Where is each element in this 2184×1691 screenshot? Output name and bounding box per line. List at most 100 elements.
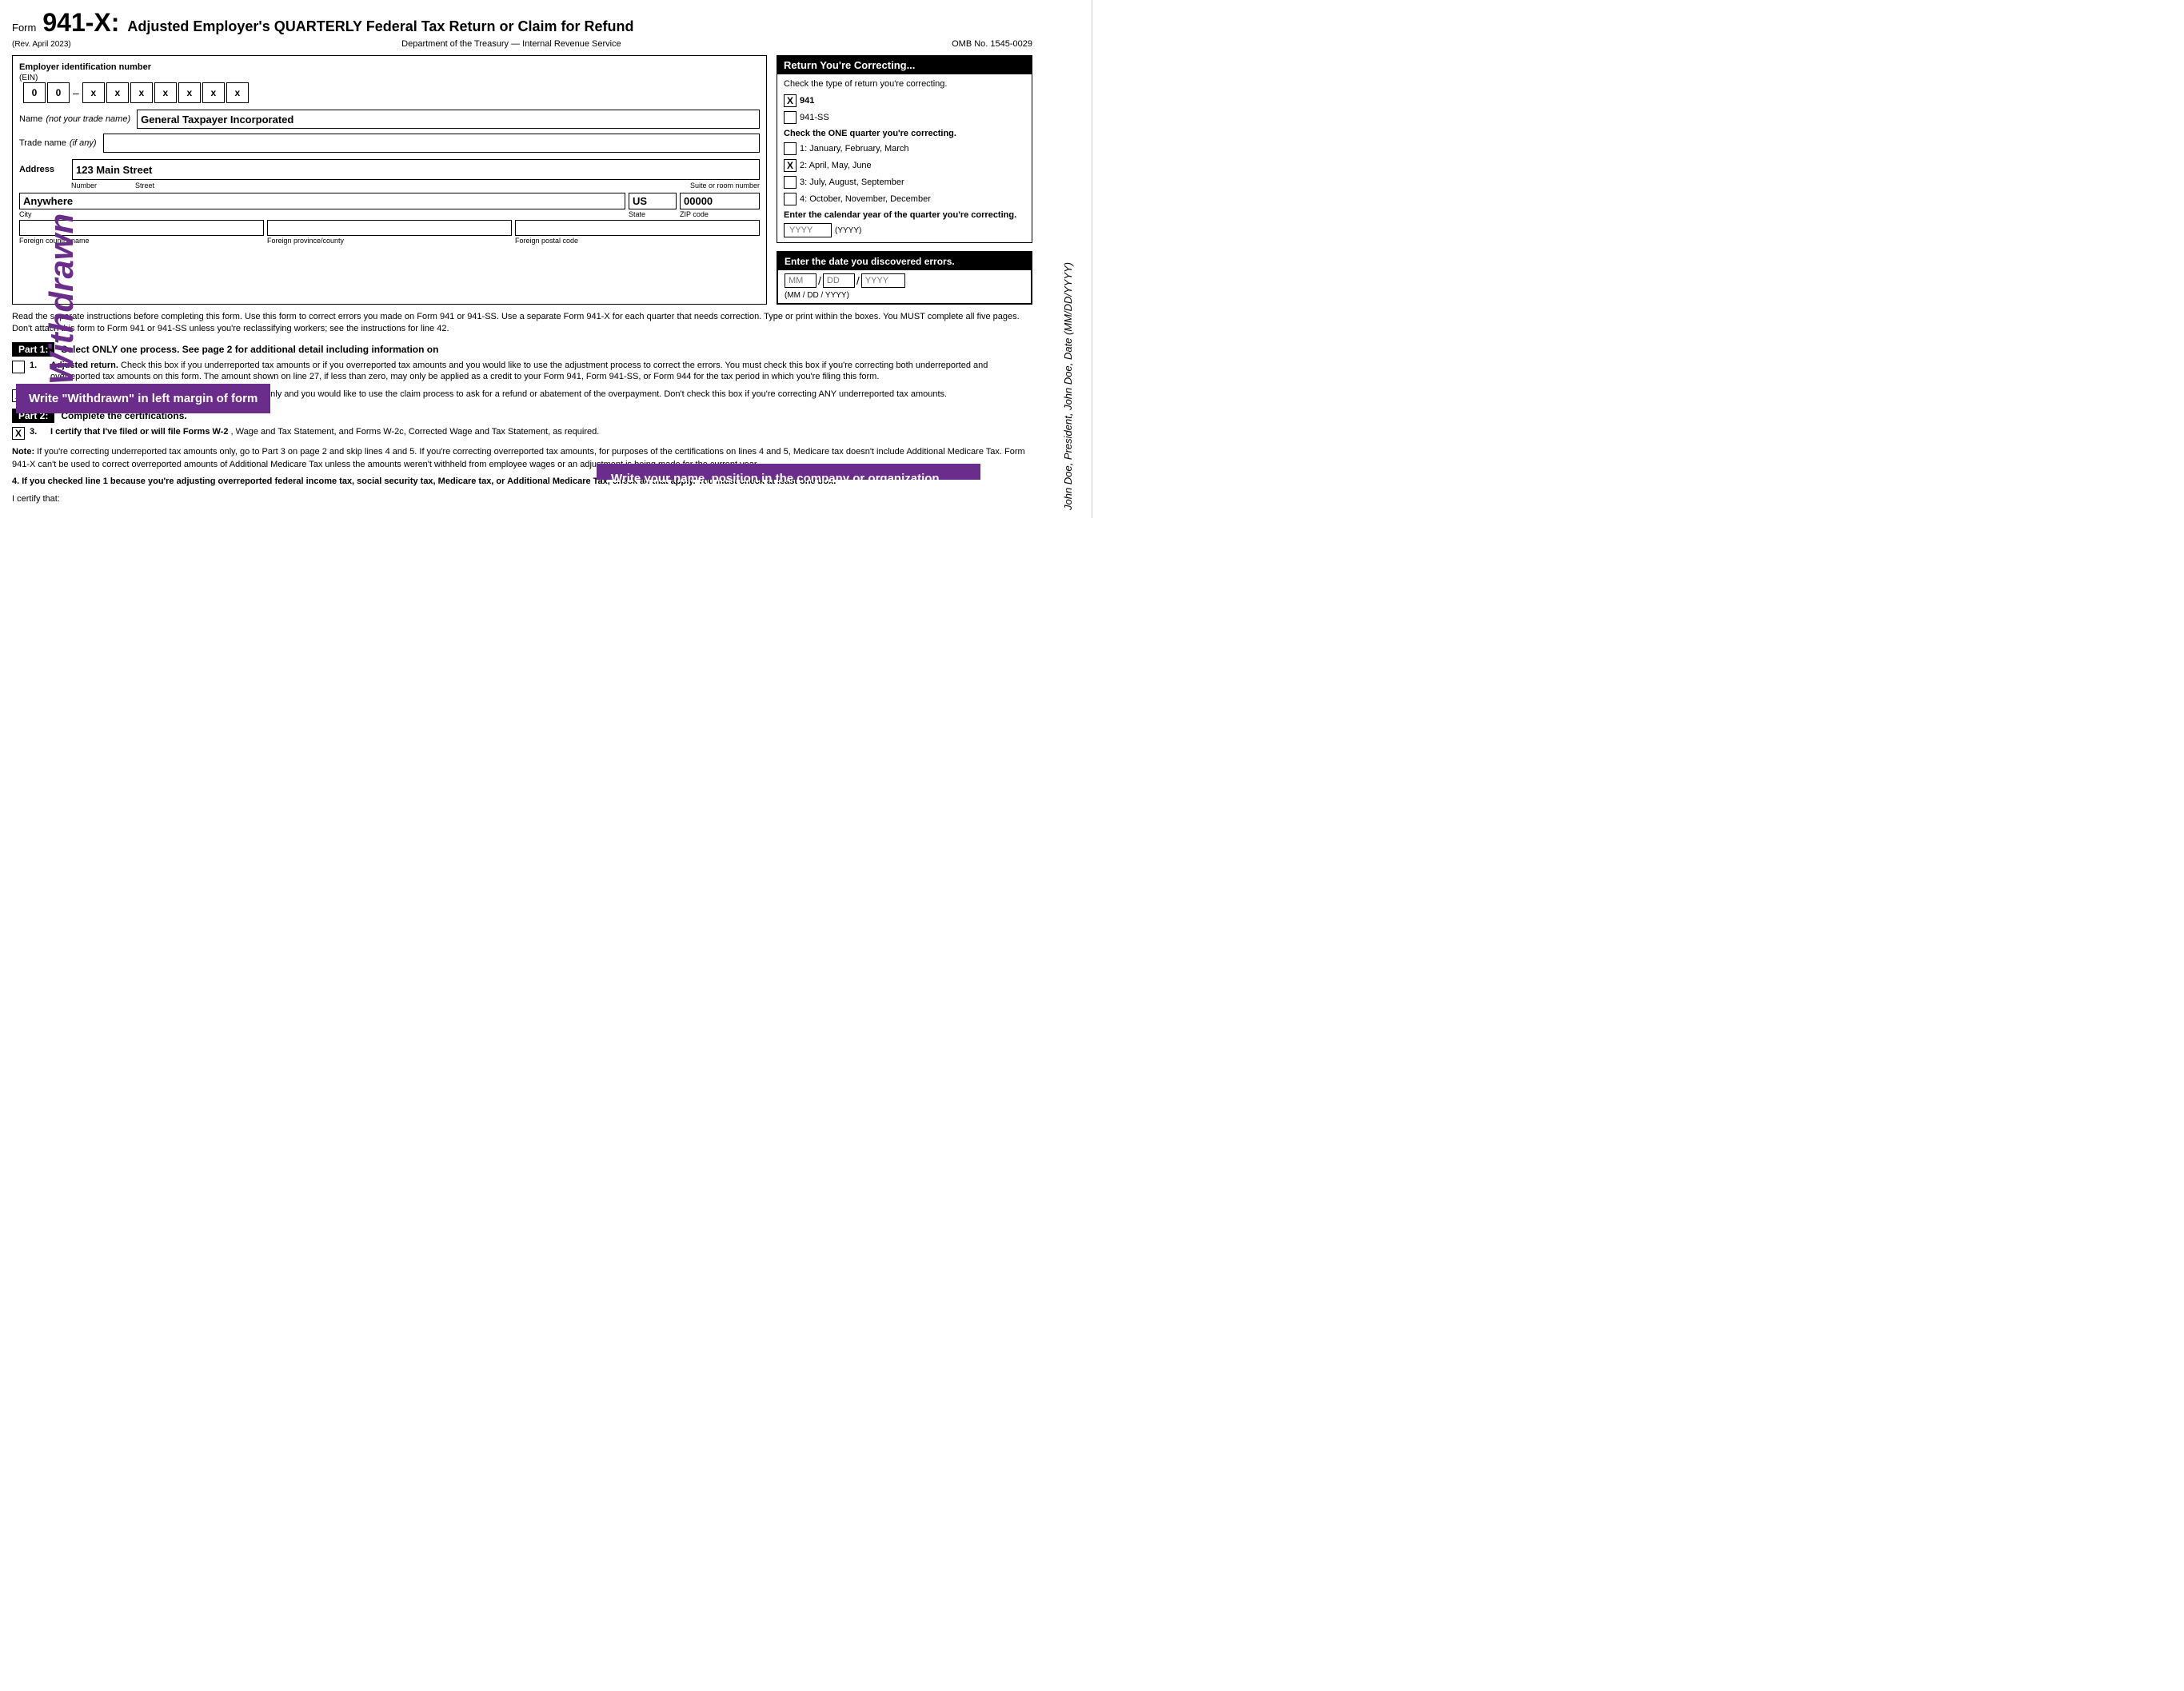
foreign-province-field: Foreign province/county — [267, 220, 512, 245]
annotation-left: Write "Withdrawn" in left margin of form — [16, 384, 270, 413]
address-sub-labels: Number Street Suite or room number — [71, 181, 760, 189]
q1-row: 1: January, February, March — [784, 142, 1025, 155]
address-section: Address Number Street Suite or room numb… — [19, 159, 760, 245]
item3-text: I certify that I've filed or will file F… — [50, 426, 1032, 440]
form-number: 941-X: — [42, 8, 119, 38]
check-941ss-box[interactable] — [784, 111, 797, 124]
part1-header: Part 1: Select ONLY one process. See pag… — [12, 342, 1032, 357]
right-margin-text: John Doe, President, John Doe, Date (MM/… — [1044, 0, 1092, 518]
trade-name-row: Trade name (if any) — [19, 134, 760, 153]
date-format-hint: (MM / DD / YYYY) — [778, 291, 1031, 303]
annotation-right: Write your name, position in the company… — [597, 464, 980, 480]
date-dd-input[interactable] — [823, 273, 855, 288]
year-section-title: Enter the calendar year of the quarter y… — [784, 210, 1025, 220]
date-inputs-row: / / — [778, 270, 1031, 291]
ein-sublabel: (EIN) — [19, 74, 760, 82]
foreign-row: Foreign country name Foreign province/co… — [19, 220, 760, 245]
q2-label: 2: April, May, June — [800, 161, 872, 170]
city-field: City — [19, 193, 625, 218]
item1-text: Adjusted return. Check this box if you u… — [50, 360, 1032, 383]
foreign-country-label: Foreign country name — [19, 237, 264, 245]
foreign-postal-field: Foreign postal code — [515, 220, 760, 245]
check-type-label: Check the type of return you're correcti… — [784, 79, 1025, 89]
ein-box-8[interactable]: x — [202, 82, 225, 103]
name-row: Name (not your trade name) — [19, 110, 760, 129]
q1-label: 1: January, February, March — [800, 144, 909, 154]
trade-name-label: Trade name — [19, 138, 66, 148]
name-label: Name — [19, 114, 42, 124]
item3-certify: I certify that I've filed or will file F… — [50, 427, 228, 437]
q3-checkbox[interactable] — [784, 176, 797, 189]
q4-label: 4: October, November, December — [800, 194, 931, 204]
trade-name-input[interactable] — [103, 134, 760, 153]
item1-row: 1. Adjusted return. Check this box if yo… — [12, 360, 1032, 383]
item1-checkbox[interactable] — [12, 361, 25, 373]
date-slash-1: / — [818, 274, 821, 287]
foreign-province-input[interactable] — [267, 220, 512, 236]
item1-label-adjusted: Adjusted return. — [50, 361, 118, 370]
trade-name-italic: (if any) — [70, 138, 97, 148]
name-italic-label: (not your trade name) — [46, 114, 130, 124]
ein-box-7[interactable]: x — [178, 82, 201, 103]
foreign-postal-input[interactable] — [515, 220, 760, 236]
foreign-country-input[interactable] — [19, 220, 264, 236]
check-941ss-label: 941-SS — [800, 113, 829, 122]
year-hint: (YYYY) — [835, 226, 861, 235]
item4-main: If you checked line 1 because you're adj… — [22, 477, 695, 486]
ein-box-4[interactable]: x — [106, 82, 129, 103]
zip-label: ZIP code — [680, 210, 760, 218]
right-margin-content: John Doe, President, John Doe, Date (MM/… — [1062, 262, 1074, 510]
item3-checkbox[interactable]: X — [12, 427, 25, 440]
item4-certify: I certify that: — [12, 493, 1032, 505]
city-state-zip-row: City State ZIP code — [19, 193, 760, 218]
ein-box-3[interactable]: x — [82, 82, 105, 103]
address-row: Address — [19, 159, 760, 180]
foreign-province-label: Foreign province/county — [267, 237, 512, 245]
year-input[interactable] — [784, 223, 832, 237]
ein-dash: – — [73, 86, 79, 99]
rev-date: (Rev. April 2023) — [12, 40, 71, 49]
city-label: City — [19, 210, 625, 218]
right-panel: Return You're Correcting... Check the ty… — [777, 55, 1032, 305]
address-input[interactable] — [72, 159, 760, 180]
check-941ss-row: 941-SS — [784, 110, 1025, 124]
item1-num: 1. — [30, 360, 46, 383]
part1-desc: Select ONLY one process. See page 2 for … — [61, 344, 438, 355]
annotation-left-text: Write "Withdrawn" in left margin of form — [29, 392, 258, 405]
date-yyyy-input[interactable] — [861, 273, 905, 288]
ein-boxes: 0 0 – x x x x x x x — [23, 82, 760, 103]
dept-label: Department of the Treasury — Internal Re… — [401, 39, 621, 49]
item4-num: 4. — [12, 477, 19, 486]
ein-box-1[interactable]: 0 — [23, 82, 46, 103]
date-slash-2: / — [856, 274, 860, 287]
name-input[interactable] — [137, 110, 760, 129]
omb-number: OMB No. 1545-0029 — [952, 39, 1032, 49]
check-941-box[interactable]: X — [784, 94, 797, 107]
form-header: Form 941-X: Adjusted Employer's QUARTERL… — [12, 8, 1032, 49]
q1-checkbox[interactable] — [784, 142, 797, 155]
date-discovered-header: Enter the date you discovered errors. — [778, 253, 1031, 270]
q4-checkbox[interactable] — [784, 193, 797, 205]
return-correcting-body: Check the type of return you're correcti… — [777, 74, 1032, 242]
part1-tag: Part 1: — [12, 342, 54, 357]
year-row: (YYYY) — [784, 223, 1025, 237]
zip-input[interactable] — [680, 193, 760, 209]
q3-row: 3: July, August, September — [784, 175, 1025, 189]
state-field: State — [629, 193, 677, 218]
zip-field: ZIP code — [680, 193, 760, 218]
q2-checkbox[interactable]: X — [784, 159, 797, 172]
state-label: State — [629, 210, 677, 218]
q4-row: 4: October, November, December — [784, 192, 1025, 205]
suite-sublabel: Suite or room number — [664, 181, 760, 189]
ein-box-5[interactable]: x — [130, 82, 153, 103]
state-input[interactable] — [629, 193, 677, 209]
date-mm-input[interactable] — [785, 273, 817, 288]
ein-box-2[interactable]: 0 — [47, 82, 70, 103]
ein-box-6[interactable]: x — [154, 82, 177, 103]
return-correcting-panel: Return You're Correcting... Check the ty… — [777, 55, 1032, 243]
city-input[interactable] — [19, 193, 625, 209]
item1-body: Check this box if you underreported tax … — [50, 361, 988, 381]
item3-num: 3. — [30, 426, 46, 440]
ein-box-9[interactable]: x — [226, 82, 249, 103]
street-sublabel: Street — [135, 181, 664, 189]
